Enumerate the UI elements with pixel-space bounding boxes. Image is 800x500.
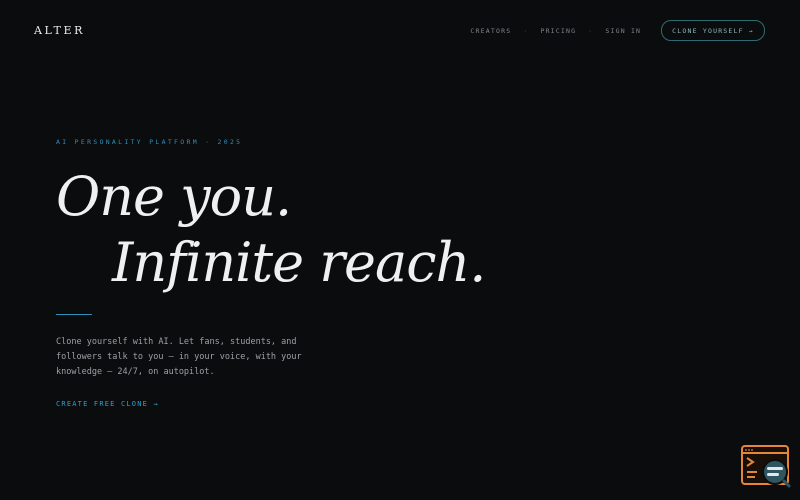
logo[interactable]: ALTER xyxy=(34,24,85,37)
nav-link-creators[interactable]: CREATORS xyxy=(470,27,511,35)
hero-headline: One you. Infinite reach. xyxy=(56,164,486,296)
widget-graphic xyxy=(741,445,791,488)
headline-line-2: Infinite reach. xyxy=(112,231,486,294)
hero-divider xyxy=(56,314,92,315)
nav-link-pricing[interactable]: PRICING xyxy=(540,27,576,35)
hero-description: Clone yourself with AI. Let fans, studen… xyxy=(56,337,302,377)
terminal-search-icon[interactable] xyxy=(740,444,792,488)
headline-line-1: One you. xyxy=(56,165,292,228)
nav-link-sign-in[interactable]: SIGN IN xyxy=(605,27,641,35)
hero-eyebrow: AI PERSONALITY PLATFORM · 2025 xyxy=(56,138,243,146)
nav-separator: · xyxy=(523,26,529,35)
create-free-clone-link[interactable]: CREATE FREE CLONE → xyxy=(56,400,159,408)
top-nav: CREATORS · PRICING · SIGN IN CLONE YOURS… xyxy=(470,20,765,41)
nav-separator: · xyxy=(588,26,594,35)
clone-yourself-button[interactable]: CLONE YOURSELF → xyxy=(661,20,765,41)
